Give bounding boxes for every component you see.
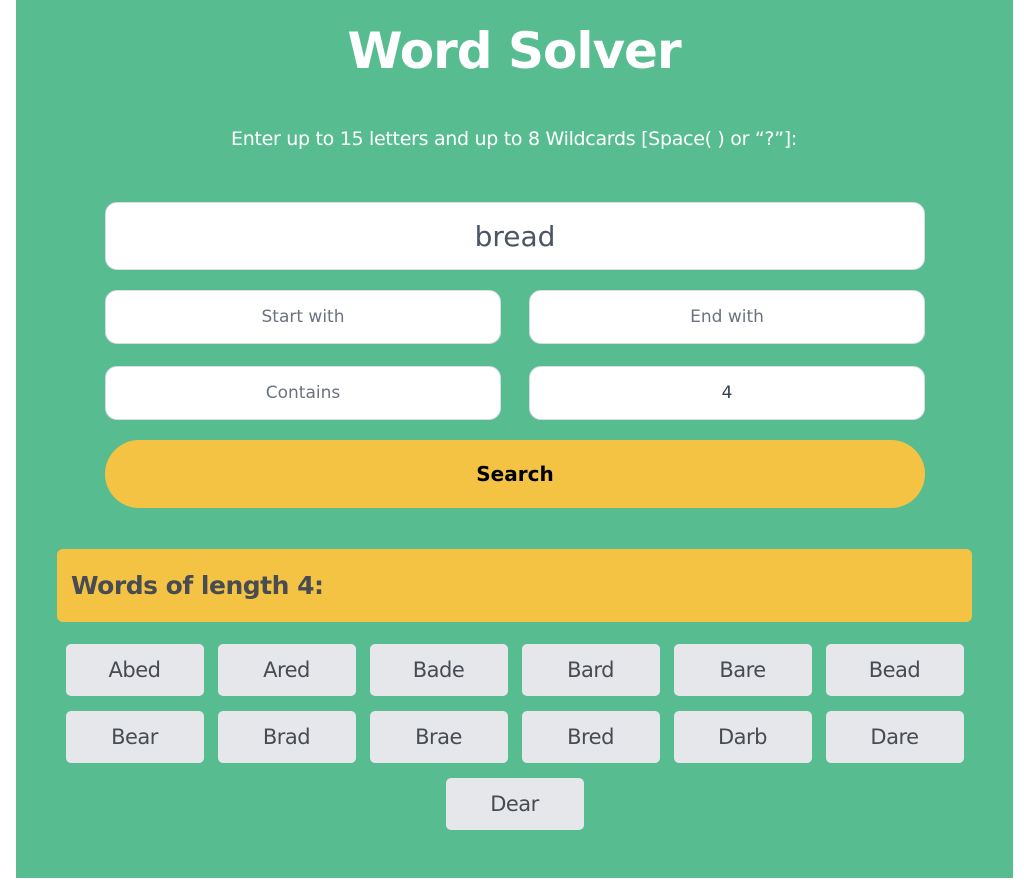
start-with-input[interactable] (105, 290, 501, 344)
contains-input[interactable] (105, 366, 501, 420)
word-list: Abed Ared Bade Bard Bare Bead Bear Brad Brae Bred… (57, 644, 972, 830)
length-input[interactable] (529, 366, 925, 420)
word-tile[interactable]: Bade (369, 644, 508, 696)
end-with-input[interactable] (529, 290, 925, 344)
word-tile[interactable]: Bard (521, 644, 660, 696)
word-tile[interactable]: Ared (217, 644, 356, 696)
results-heading: Words of length 4: (57, 549, 972, 622)
word-tile[interactable]: Bear (65, 711, 204, 763)
page-title: Word Solver (347, 22, 681, 80)
letters-input[interactable] (105, 202, 925, 270)
word-tile[interactable]: Dare (825, 711, 964, 763)
word-tile[interactable]: Dear (445, 778, 584, 830)
word-tile[interactable]: Darb (673, 711, 812, 763)
word-tile[interactable]: Brad (217, 711, 356, 763)
word-tile[interactable]: Brae (369, 711, 508, 763)
word-tile[interactable]: Bred (521, 711, 660, 763)
word-tile[interactable]: Bead (825, 644, 964, 696)
search-button[interactable]: Search (105, 440, 925, 508)
word-tile[interactable]: Abed (65, 644, 204, 696)
instructions-text: Enter up to 15 letters and up to 8 Wildc… (231, 128, 797, 150)
word-tile[interactable]: Bare (673, 644, 812, 696)
